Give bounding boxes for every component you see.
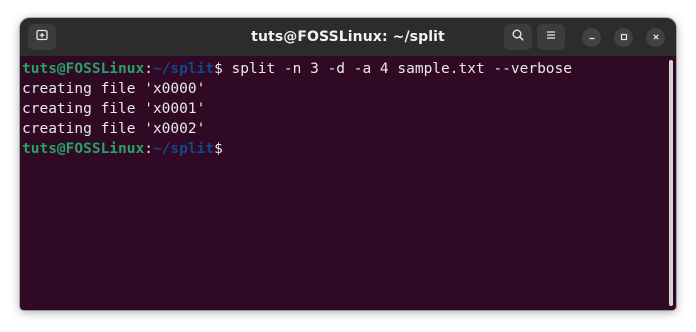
minimize-icon [587,29,597,47]
hamburger-menu-icon [544,28,558,47]
close-icon [651,29,661,47]
command-text: split -n 3 -d -a 4 sample.txt --verbose [222,61,572,77]
prompt-user: tuts@FOSSLinux [22,141,145,157]
prompt-colon: : [144,141,153,157]
output-line: creating file 'x0001' [22,101,206,117]
prompt-symbol: $ [214,61,223,77]
prompt-colon: : [144,61,153,77]
prompt-path: ~/split [152,141,215,157]
terminal-window: tuts@FOSSLinux: ~/split tuts@FOSSLinux:~… [20,18,676,310]
new-tab-icon [35,28,49,47]
menu-button[interactable] [537,24,565,50]
command-line: tuts@FOSSLinux:~/split$ split -n 3 -d -a… [22,59,676,79]
title-bar[interactable]: tuts@FOSSLinux: ~/split [20,18,676,56]
close-button[interactable] [646,28,665,47]
minimize-button[interactable] [582,28,601,47]
search-button[interactable] [504,24,532,50]
prompt-symbol: $ [214,141,223,157]
search-icon [511,28,525,47]
new-tab-button[interactable] [28,24,56,50]
maximize-icon [619,29,629,47]
prompt-user: tuts@FOSSLinux [22,61,145,77]
maximize-button[interactable] [614,28,633,47]
prompt-path: ~/split [152,61,215,77]
current-prompt-line[interactable]: tuts@FOSSLinux:~/split$ [22,139,676,159]
terminal-output-area[interactable]: tuts@FOSSLinux:~/split$ split -n 3 -d -a… [20,56,676,310]
scrollbar[interactable] [669,60,673,306]
output-line: creating file 'x0000' [22,81,206,97]
output-line: creating file 'x0002' [22,121,206,137]
window-title: tuts@FOSSLinux: ~/split [251,29,445,45]
